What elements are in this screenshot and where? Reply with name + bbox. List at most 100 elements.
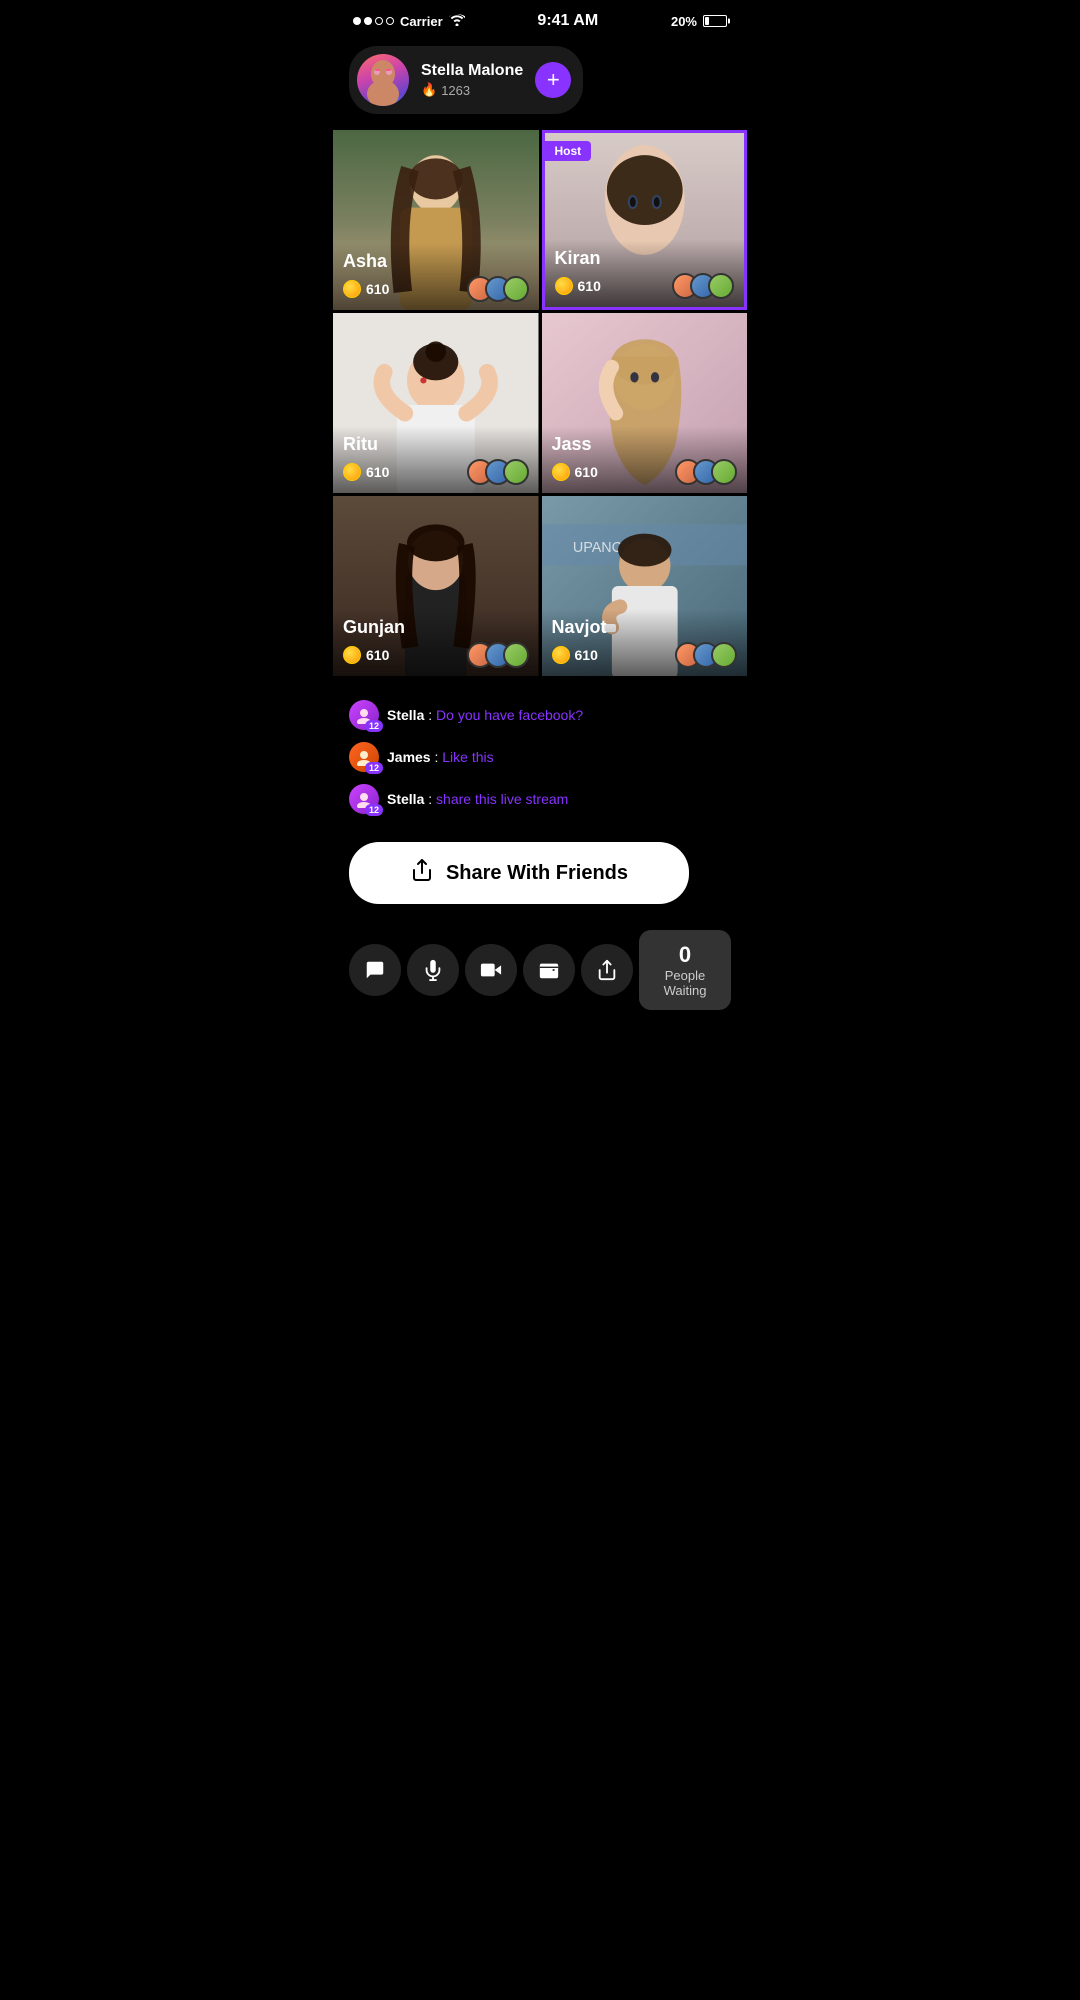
mini-avatar-n3 xyxy=(711,642,737,668)
avatar-stack-jass xyxy=(675,459,737,485)
mic-button[interactable] xyxy=(407,944,459,996)
chat-message-text-3: share this live stream xyxy=(436,791,568,807)
coin-value-gunjan: 610 xyxy=(366,647,389,663)
mini-avatar-g3 xyxy=(503,642,529,668)
wallet-button[interactable] xyxy=(523,944,575,996)
coin-icon-jass xyxy=(552,463,570,481)
chat-avatar-wrap-1: 12 xyxy=(349,700,379,730)
cell-name-ritu: Ritu xyxy=(343,434,529,455)
cell-name-navjot: Navjot xyxy=(552,617,738,638)
cell-name-gunjan: Gunjan xyxy=(343,617,529,638)
video-cell-asha[interactable]: Asha 610 xyxy=(333,130,539,310)
mini-avatar-j3 xyxy=(711,459,737,485)
chat-message-3: 12 Stella : share this live stream xyxy=(349,784,731,814)
video-cell-jass[interactable]: Jass 610 xyxy=(542,313,748,493)
chat-separator-1: : xyxy=(428,707,436,723)
host-score: 🔥 1263 xyxy=(421,82,523,98)
video-button[interactable] xyxy=(465,944,517,996)
coin-value-jass: 610 xyxy=(575,464,598,480)
chat-text-2: James : Like this xyxy=(387,749,494,765)
coin-score-ritu: 610 xyxy=(343,463,389,481)
svg-text:UPANC: UPANC xyxy=(572,540,621,556)
coin-icon-kiran xyxy=(555,277,573,295)
avatar-image xyxy=(357,54,409,106)
cell-overlay-kiran: Kiran 610 xyxy=(545,240,745,307)
chat-message-1: 12 Stella : Do you have facebook? xyxy=(349,700,731,730)
video-cell-gunjan[interactable]: Gunjan 610 xyxy=(333,496,539,676)
chat-message-text-1: Do you have facebook? xyxy=(436,707,583,723)
dot-4 xyxy=(386,17,394,25)
coin-value-asha: 610 xyxy=(366,281,389,297)
cell-overlay-navjot: Navjot 610 xyxy=(542,609,748,676)
video-cell-navjot[interactable]: UPANC Navjot 610 xyxy=(542,496,748,676)
mini-avatar-r3 xyxy=(503,459,529,485)
bottom-bar: 0 People Waiting xyxy=(333,920,747,1020)
chat-badge-3: 12 xyxy=(365,804,383,816)
cell-overlay-asha: Asha 610 xyxy=(333,243,539,310)
cell-name-jass: Jass xyxy=(552,434,738,455)
flame-icon: 🔥 xyxy=(421,82,437,98)
coin-value-ritu: 610 xyxy=(366,464,389,480)
status-right: 20% xyxy=(671,14,727,29)
chat-text-3: Stella : share this live stream xyxy=(387,791,568,807)
avatar-stack-ritu xyxy=(467,459,529,485)
share-icon-button[interactable] xyxy=(581,944,633,996)
coin-score-gunjan: 610 xyxy=(343,646,389,664)
cell-overlay-ritu: Ritu 610 xyxy=(333,426,539,493)
people-waiting-label: People Waiting xyxy=(647,968,723,998)
video-grid: Asha 610 xyxy=(333,130,747,676)
avatar-stack-asha xyxy=(467,276,529,302)
share-section: Share With Friends xyxy=(333,838,747,920)
coin-value-navjot: 610 xyxy=(575,647,598,663)
coin-value-kiran: 610 xyxy=(578,278,601,294)
coin-score-asha: 610 xyxy=(343,280,389,298)
share-button-label: Share With Friends xyxy=(446,862,628,885)
share-with-friends-button[interactable]: Share With Friends xyxy=(349,842,689,904)
chat-text-1: Stella : Do you have facebook? xyxy=(387,707,583,723)
battery-percent: 20% xyxy=(671,14,697,29)
chat-username-3: Stella xyxy=(387,791,424,807)
coin-score-jass: 610 xyxy=(552,463,598,481)
cell-name-asha: Asha xyxy=(343,251,529,272)
avatar-stack-kiran xyxy=(672,273,734,299)
people-waiting-count: 0 xyxy=(679,942,691,968)
coin-score-navjot: 610 xyxy=(552,646,598,664)
chat-button[interactable] xyxy=(349,944,401,996)
cell-bottom-ritu: 610 xyxy=(343,459,529,485)
host-score-value: 1263 xyxy=(441,83,470,98)
battery-fill xyxy=(705,17,709,25)
add-button[interactable]: + xyxy=(535,62,571,98)
cell-bottom-jass: 610 xyxy=(552,459,738,485)
host-info: Stella Malone 🔥 1263 xyxy=(421,62,523,98)
chat-username-1: Stella xyxy=(387,707,424,723)
time-display: 9:41 AM xyxy=(537,12,598,30)
mini-avatar-k3 xyxy=(708,273,734,299)
video-cell-kiran[interactable]: Host Kiran 610 xyxy=(542,130,748,310)
chat-message-text-2: Like this xyxy=(442,749,493,765)
cell-bottom-navjot: 610 xyxy=(552,642,738,668)
chat-username-2: James xyxy=(387,749,431,765)
dot-1 xyxy=(353,17,361,25)
host-card: Stella Malone 🔥 1263 + xyxy=(349,46,583,114)
video-cell-ritu[interactable]: Ritu 610 xyxy=(333,313,539,493)
cell-bottom-asha: 610 xyxy=(343,276,529,302)
cell-name-kiran: Kiran xyxy=(555,248,735,269)
wifi-icon xyxy=(449,13,465,29)
people-waiting-box: 0 People Waiting xyxy=(639,930,731,1010)
signal-dots xyxy=(353,17,394,25)
cell-overlay-jass: Jass 610 xyxy=(542,426,748,493)
coin-score-kiran: 610 xyxy=(555,277,601,295)
coin-icon-navjot xyxy=(552,646,570,664)
chat-message-2: 12 James : Like this xyxy=(349,742,731,772)
host-badge: Host xyxy=(545,141,592,161)
chat-area: 12 Stella : Do you have facebook? 12 Jam… xyxy=(333,692,747,838)
coin-icon-ritu xyxy=(343,463,361,481)
cell-bottom-kiran: 610 xyxy=(555,273,735,299)
avatar xyxy=(357,54,409,106)
dot-3 xyxy=(375,17,383,25)
host-name: Stella Malone xyxy=(421,62,523,80)
battery-icon xyxy=(703,15,727,27)
coin-icon xyxy=(343,280,361,298)
coin-icon-gunjan xyxy=(343,646,361,664)
cell-bottom-gunjan: 610 xyxy=(343,642,529,668)
